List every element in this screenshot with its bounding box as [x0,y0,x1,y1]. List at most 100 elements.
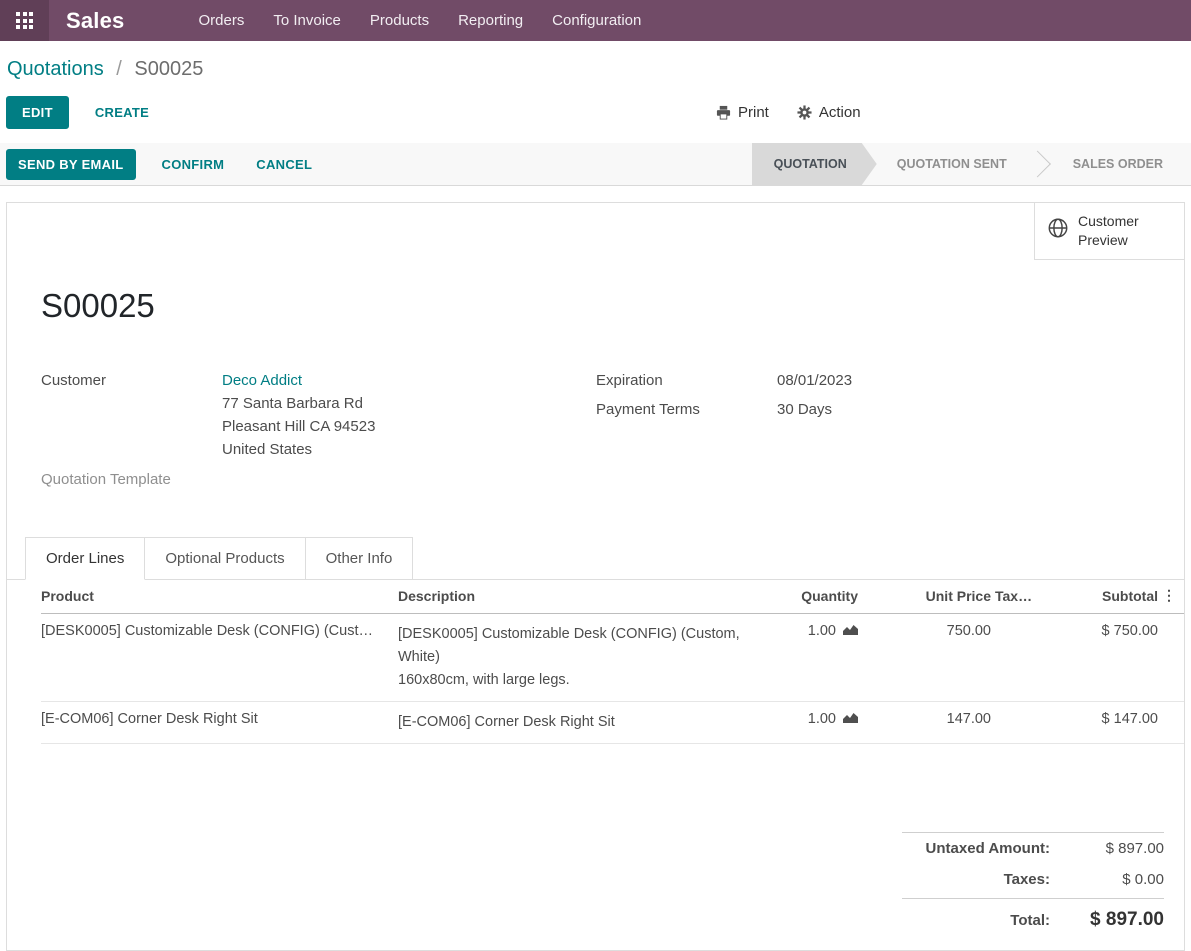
print-menu[interactable]: Print [716,104,769,121]
top-menu: Orders To Invoice Products Reporting Con… [199,12,642,29]
description-line: [E-COM06] Corner Desk Right Sit [398,714,615,730]
form-control-row: EDIT CREATE Print Action [6,96,1191,129]
status-pipeline: QUOTATION QUOTATION SENT SALES ORDER [752,143,1183,185]
print-menu-label: Print [738,104,769,121]
app-name[interactable]: Sales [66,8,125,34]
expiration-value: 08/01/2023 [777,372,853,389]
col-header-taxes[interactable]: Tax… [995,580,1037,614]
payment-terms-value: 30 Days [777,401,833,418]
untaxed-amount-row: Untaxed Amount: $ 897.00 [902,833,1164,864]
action-menu[interactable]: Action [797,104,861,121]
customer-address-line-2: Pleasant Hill CA 94523 [222,418,376,435]
total-label: Total: [1010,912,1050,929]
action-menu-label: Action [818,104,861,121]
statusbar-buttons: SEND BY EMAIL CONFIRM CANCEL [0,143,752,185]
customer-label: Customer [41,372,107,389]
confirm-button[interactable]: CONFIRM [156,156,231,173]
gear-icon [797,105,812,120]
menu-configuration[interactable]: Configuration [552,12,641,29]
top-navbar: Sales Orders To Invoice Products Reporti… [0,0,1191,41]
customer-value: Deco Addict 77 Santa Barbara Rd Pleasant… [222,369,375,461]
untaxed-amount-label: Untaxed Amount: [925,840,1050,857]
line-unit-price: 147.00 [862,701,995,744]
customer-preview-label: Customer Preview [1078,213,1139,248]
order-line-row[interactable]: [DESK0005] Customizable Desk (CONFIG) (C… [41,613,1184,702]
printer-icon [716,105,731,120]
quantity-value: 1.00 [807,623,836,639]
line-taxes [995,613,1037,702]
line-end-spacer [1162,613,1184,702]
notebook-tabs: Order Lines Optional Products Other Info [7,537,1184,580]
menu-orders[interactable]: Orders [199,12,245,29]
breadcrumb: Quotations / S00025 [0,41,1191,81]
customer-preview-button[interactable]: Customer Preview [1034,203,1184,260]
quotation-template-label: Quotation Template [41,471,171,488]
customer-link[interactable]: Deco Addict [222,372,302,389]
customer-field-row: Customer Deco Addict 77 Santa Barbara Rd… [41,369,596,461]
customer-address-line-1: 77 Santa Barbara Rd [222,395,363,412]
line-taxes [995,701,1037,744]
order-line-row[interactable]: [E-COM06] Corner Desk Right Sit [E-COM06… [41,701,1184,744]
edit-button[interactable]: EDIT [6,96,69,129]
line-quantity: 1.00 [756,613,862,702]
send-by-email-button[interactable]: SEND BY EMAIL [6,148,136,180]
line-quantity: 1.00 [756,701,862,744]
document-actions: Print Action [716,96,861,129]
tab-order-lines[interactable]: Order Lines [25,537,146,580]
col-header-subtotal[interactable]: Subtotal [1037,580,1162,614]
customer-address-line-3: United States [222,441,313,458]
quantity-value: 1.00 [807,711,836,727]
untaxed-amount-value: $ 897.00 [1105,840,1164,857]
menu-products[interactable]: Products [370,12,429,29]
field-group-left: Customer Deco Addict 77 Santa Barbara Rd… [41,369,596,497]
menu-reporting[interactable]: Reporting [458,12,523,29]
stage-sales-order[interactable]: SALES ORDER [1053,143,1183,185]
description-line: [DESK0005] Customizable Desk (CONFIG) (C… [398,626,740,665]
col-header-description[interactable]: Description [398,580,756,614]
cancel-button[interactable]: CANCEL [250,156,318,173]
breadcrumb-current: S00025 [134,58,204,80]
line-subtotal: $ 147.00 [1037,701,1162,744]
description-line: 160x80cm, with large legs. [398,672,570,688]
line-description: [DESK0005] Customizable Desk (CONFIG) (C… [398,613,756,702]
stage-quotation[interactable]: QUOTATION [752,143,877,185]
col-header-quantity[interactable]: Quantity [756,580,862,614]
tab-other-info[interactable]: Other Info [304,537,414,579]
total-row: Total: $ 897.00 [902,898,1164,938]
forecast-chart-icon[interactable] [843,711,858,727]
payment-terms-label: Payment Terms [596,401,700,418]
apps-menu-button[interactable] [0,0,49,41]
total-value: $ 897.00 [1090,909,1164,930]
menu-to-invoice[interactable]: To Invoice [273,12,341,29]
expiration-label: Expiration [596,372,663,389]
line-subtotal: $ 750.00 [1037,613,1162,702]
table-header-row: Product Description Quantity Unit Price … [41,580,1184,614]
breadcrumb-quotations-link[interactable]: Quotations [7,58,104,80]
breadcrumb-separator: / [116,58,122,80]
create-button[interactable]: CREATE [89,104,155,121]
line-end-spacer [1162,701,1184,744]
forecast-chart-icon[interactable] [843,623,858,639]
line-product: [DESK0005] Customizable Desk (CONFIG) (C… [41,613,398,702]
payment-terms-field-row: Payment Terms 30 Days [596,398,1150,421]
quotation-title: S00025 [41,287,155,324]
col-header-unit-price[interactable]: Unit Price [862,580,995,614]
optional-columns-icon[interactable]: ⋮ [1162,580,1184,614]
quotation-template-field-row: Quotation Template [41,468,596,491]
totals-panel: Untaxed Amount: $ 897.00 Taxes: $ 0.00 T… [902,832,1164,938]
field-groups: Customer Deco Addict 77 Santa Barbara Rd… [7,369,1184,497]
line-product: [E-COM06] Corner Desk Right Sit [41,701,398,744]
taxes-row: Taxes: $ 0.00 [902,864,1164,895]
apps-grid-icon [16,12,33,29]
taxes-label: Taxes: [1003,871,1050,888]
expiration-field-row: Expiration 08/01/2023 [596,369,1150,392]
sales-quotation-page: Sales Orders To Invoice Products Reporti… [0,0,1191,951]
col-header-product[interactable]: Product [41,580,398,614]
line-description: [E-COM06] Corner Desk Right Sit [398,701,756,744]
stage-quotation-sent[interactable]: QUOTATION SENT [877,143,1027,185]
line-unit-price: 750.00 [862,613,995,702]
statusbar: SEND BY EMAIL CONFIRM CANCEL QUOTATION Q… [0,143,1191,186]
order-lines-table: Product Description Quantity Unit Price … [41,580,1184,744]
tab-optional-products[interactable]: Optional Products [144,537,306,579]
taxes-value: $ 0.00 [1122,871,1164,888]
